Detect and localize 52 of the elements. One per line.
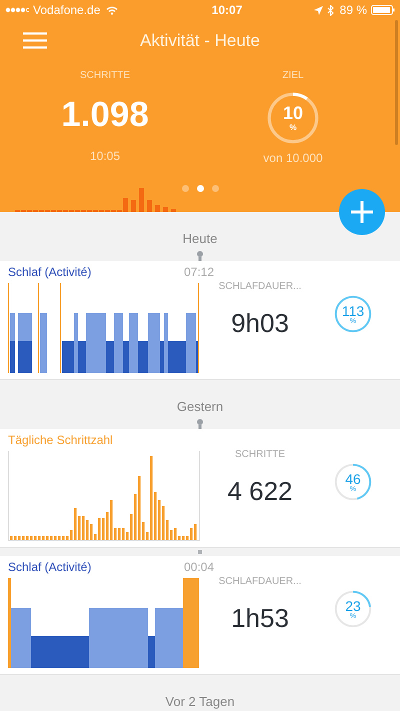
progress-ring: [334, 296, 372, 332]
card-title: Schlaf (Activité): [8, 265, 92, 279]
update-time: 10:05: [90, 149, 120, 163]
timeline-dot: [197, 251, 203, 261]
goal-label: ZIEL: [282, 70, 304, 81]
step-bar: [139, 188, 144, 212]
card-time: 00:04: [184, 560, 214, 574]
steps-count: 1.098: [61, 95, 149, 135]
steps-label: SCHRITTE: [80, 70, 130, 81]
ring-percent: 23: [344, 598, 362, 614]
bluetooth-icon: [326, 4, 334, 16]
carrier-name: Vodafone.de: [33, 3, 100, 17]
ring-percent: 113: [340, 303, 366, 319]
card-title: Tägliche Schrittzahl: [8, 433, 113, 447]
menu-icon: [23, 32, 47, 49]
battery-percent: 89 %: [340, 3, 367, 17]
ring-percent: 46: [344, 471, 362, 487]
day-heading: Heute: [182, 231, 218, 246]
signal-icon: [5, 7, 29, 13]
progress-ring: [334, 464, 372, 500]
day-heading: Vor 2 Tagen: [165, 694, 235, 709]
location-icon: [314, 6, 323, 14]
stat-value: 1h53: [231, 603, 289, 634]
step-bar: [131, 200, 136, 212]
step-bar: [147, 200, 152, 212]
goal-target: von 10.000: [263, 151, 323, 165]
stat-label: SCHRITTE: [235, 449, 285, 460]
stat-value: 4 622: [227, 476, 293, 507]
percent-sign: %: [288, 123, 298, 132]
add-button[interactable]: [339, 189, 385, 235]
day-heading: Gestern: [176, 399, 224, 414]
step-bar: [155, 205, 160, 212]
card-time: 07:12: [184, 265, 214, 279]
stat-value: 9h03: [231, 308, 289, 339]
goal-percent: 10: [282, 103, 304, 124]
page-dot[interactable]: [197, 185, 204, 192]
card-title: Schlaf (Activité): [8, 560, 92, 574]
progress-ring: [334, 590, 372, 628]
timeline-dot: [197, 419, 203, 429]
battery-icon: [371, 5, 395, 15]
plus-icon: [351, 201, 373, 223]
stat-label: SCHLAFDAUER...: [218, 281, 302, 292]
clock-time: 10:07: [210, 3, 242, 17]
menu-button[interactable]: [23, 32, 47, 49]
page-dot[interactable]: [212, 185, 219, 192]
step-bar: [163, 207, 168, 212]
wifi-icon: [106, 6, 118, 14]
stat-label: SCHLAFDAUER...: [218, 576, 302, 587]
page-dot[interactable]: [182, 185, 189, 192]
step-bar: [171, 209, 176, 212]
screen-title: Aktivität - Heute: [140, 31, 260, 51]
progress-ring: [268, 92, 318, 144]
